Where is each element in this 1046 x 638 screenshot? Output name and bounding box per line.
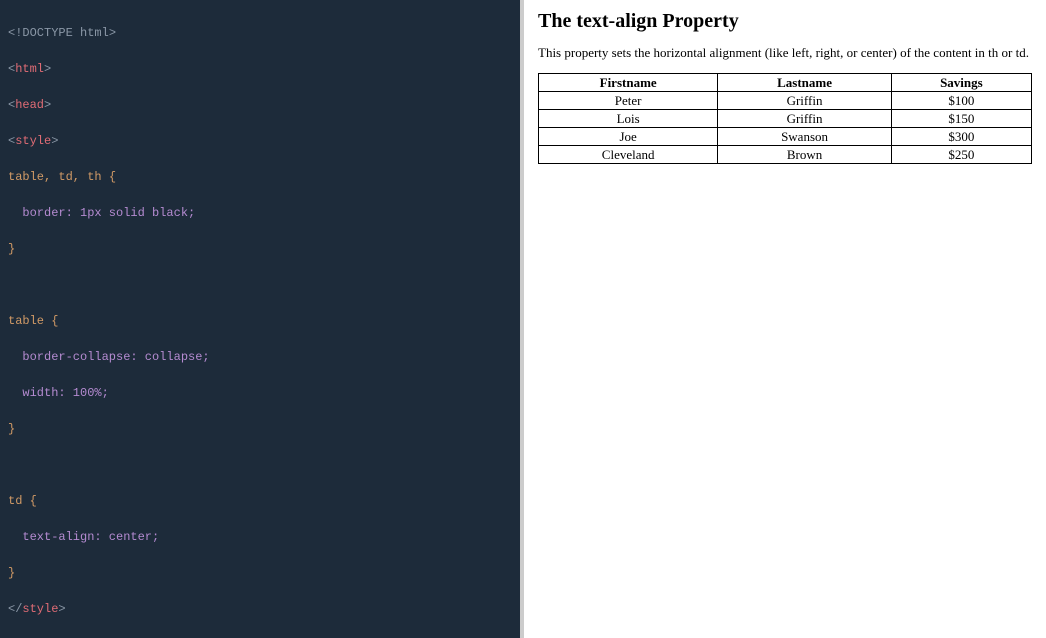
preview-paragraph: This property sets the horizontal alignm…	[538, 45, 1032, 61]
col-savings: Savings	[891, 74, 1031, 92]
code-token: <!DOCTYPE html>	[8, 26, 116, 40]
code-editor[interactable]: <!DOCTYPE html> <html> <head> <style> ta…	[0, 0, 524, 638]
col-firstname: Firstname	[539, 74, 718, 92]
editor-split: <!DOCTYPE html> <html> <head> <style> ta…	[0, 0, 1046, 638]
table-row: Lois Griffin $150	[539, 110, 1032, 128]
table-row: Cleveland Brown $250	[539, 146, 1032, 164]
preview-heading: The text-align Property	[538, 10, 1032, 33]
preview-table: Firstname Lastname Savings Peter Griffin…	[538, 73, 1032, 164]
source-code[interactable]: <!DOCTYPE html> <html> <head> <style> ta…	[8, 6, 512, 638]
preview-pane: The text-align Property This property se…	[524, 0, 1046, 638]
col-lastname: Lastname	[718, 74, 891, 92]
table-row: Peter Griffin $100	[539, 92, 1032, 110]
table-header-row: Firstname Lastname Savings	[539, 74, 1032, 92]
table-row: Joe Swanson $300	[539, 128, 1032, 146]
